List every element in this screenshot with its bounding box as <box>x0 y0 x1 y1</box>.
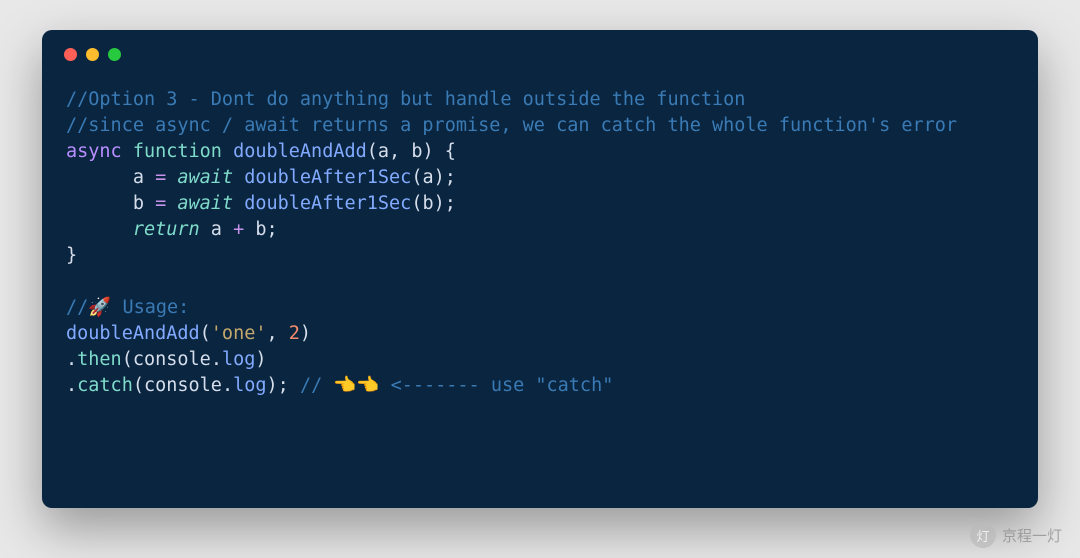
comment-line: //Option 3 - Dont do anything but handle… <box>66 89 745 110</box>
space <box>200 219 211 240</box>
keyword-await: await <box>177 193 233 214</box>
arg-a: a <box>422 167 433 188</box>
zoom-icon[interactable] <box>108 48 121 61</box>
comma: , <box>389 141 411 162</box>
paren-close: ); <box>434 167 456 188</box>
keyword-async: async <box>66 141 122 162</box>
method-then: then <box>77 349 122 370</box>
dot: . <box>222 375 233 396</box>
assign: = <box>144 167 177 188</box>
watermark-badge: 灯 京程一灯 <box>970 522 1062 548</box>
indent <box>66 219 133 240</box>
comma: , <box>267 323 289 344</box>
method-catch: catch <box>77 375 133 396</box>
pointing-hand-icon: 👈 <box>356 375 379 396</box>
call-doubleAfter1Sec: doubleAfter1Sec <box>244 193 411 214</box>
indent <box>66 193 133 214</box>
paren-close: ); <box>434 193 456 214</box>
keyword-return: return <box>133 219 200 240</box>
param-b: b <box>411 141 422 162</box>
var-b: b <box>133 193 144 214</box>
comment-line: //since async / await returns a promise,… <box>66 115 957 136</box>
paren-close-semi: ); <box>267 375 300 396</box>
watermark-text: 京程一灯 <box>1002 525 1062 546</box>
brace-close: } <box>66 245 77 266</box>
paren-close: ) <box>255 349 266 370</box>
comment-arrow-text: <------- use "catch" <box>379 375 613 396</box>
pointing-hand-icon: 👈 <box>333 375 356 396</box>
keyword-function: function <box>133 141 222 162</box>
paren-open: ( <box>367 141 378 162</box>
paren-open: ( <box>411 167 422 188</box>
console-obj: console <box>133 349 211 370</box>
paren-close: ) <box>300 323 311 344</box>
var-a: a <box>133 167 144 188</box>
space <box>233 193 244 214</box>
param-a: a <box>378 141 389 162</box>
var-a: a <box>211 219 222 240</box>
assign: = <box>144 193 177 214</box>
arg-b: b <box>422 193 433 214</box>
function-name: doubleAndAdd <box>233 141 367 162</box>
code-block: //Option 3 - Dont do anything but handle… <box>42 69 1038 423</box>
dot: . <box>66 375 77 396</box>
space <box>233 167 244 188</box>
titlebar <box>42 30 1038 69</box>
rocket-icon: 🚀 <box>88 297 111 318</box>
dot: . <box>211 349 222 370</box>
semicolon: ; <box>267 219 278 240</box>
method-log: log <box>222 349 255 370</box>
method-log: log <box>233 375 266 396</box>
dot: . <box>66 349 77 370</box>
indent <box>66 167 133 188</box>
avatar-icon: 灯 <box>970 522 996 548</box>
comment-usage: Usage: <box>111 297 189 318</box>
paren-open: ( <box>200 323 211 344</box>
paren-close-brace: ) { <box>422 141 455 162</box>
console-obj: console <box>144 375 222 396</box>
minimize-icon[interactable] <box>86 48 99 61</box>
keyword-await: await <box>177 167 233 188</box>
plus-op: + <box>222 219 255 240</box>
call-doubleAndAdd: doubleAndAdd <box>66 323 200 344</box>
paren-open: ( <box>133 375 144 396</box>
comment-slashes: // <box>300 375 333 396</box>
close-icon[interactable] <box>64 48 77 61</box>
code-window: //Option 3 - Dont do anything but handle… <box>42 30 1038 508</box>
call-doubleAfter1Sec: doubleAfter1Sec <box>244 167 411 188</box>
var-b: b <box>255 219 266 240</box>
paren-open: ( <box>122 349 133 370</box>
string-one: 'one' <box>211 323 267 344</box>
number-2: 2 <box>289 323 300 344</box>
comment-slashes: // <box>66 297 88 318</box>
paren-open: ( <box>411 193 422 214</box>
